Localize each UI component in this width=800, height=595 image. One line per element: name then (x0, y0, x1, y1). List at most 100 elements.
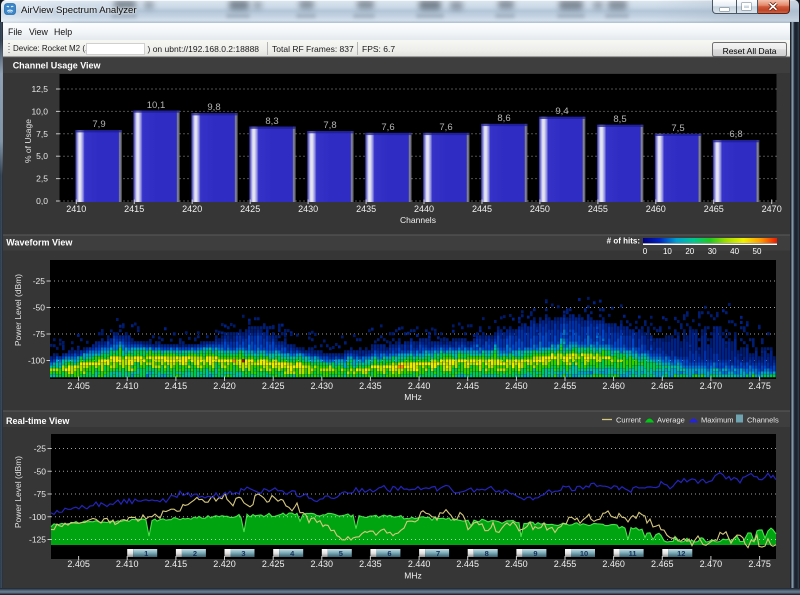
svg-text:0,0: 0,0 (36, 196, 48, 206)
svg-text:2420: 2420 (182, 204, 202, 214)
svg-text:2.455: 2.455 (554, 381, 577, 391)
svg-text:-100: -100 (29, 512, 46, 522)
svg-text:10: 10 (663, 247, 672, 256)
svg-text:9,4: 9,4 (555, 106, 568, 117)
svg-text:2.465: 2.465 (651, 381, 674, 391)
svg-text:Channels: Channels (747, 416, 779, 425)
svg-text:2.410: 2.410 (116, 381, 139, 391)
svg-text:2470: 2470 (762, 204, 782, 214)
svg-text:10,1: 10,1 (147, 100, 166, 111)
svg-text:2.430: 2.430 (311, 381, 334, 391)
svg-text:2.425: 2.425 (262, 559, 285, 569)
svg-text:2.440: 2.440 (408, 559, 431, 569)
svg-text:2.440: 2.440 (408, 381, 431, 391)
svg-text:-75: -75 (33, 329, 46, 339)
svg-text:3: 3 (241, 549, 245, 558)
svg-text:Channel Usage View: Channel Usage View (13, 61, 102, 71)
svg-text:2425: 2425 (240, 204, 260, 214)
svg-text:12,5: 12,5 (31, 84, 48, 94)
svg-text:2.460: 2.460 (602, 381, 625, 391)
svg-text:2,5: 2,5 (36, 174, 48, 184)
svg-text:2430: 2430 (298, 204, 318, 214)
svg-text:9: 9 (533, 549, 537, 558)
svg-text:2450: 2450 (530, 204, 550, 214)
svg-text:7,5: 7,5 (36, 129, 48, 139)
svg-text:2.450: 2.450 (505, 559, 528, 569)
svg-text:11: 11 (629, 549, 637, 558)
svg-text:2.405: 2.405 (67, 381, 90, 391)
svg-text:2460: 2460 (646, 204, 666, 214)
svg-text:2.415: 2.415 (165, 381, 188, 391)
svg-text:7,9: 7,9 (92, 119, 105, 130)
svg-text:2.470: 2.470 (700, 381, 723, 391)
svg-text:6: 6 (387, 549, 391, 558)
svg-text:2410: 2410 (66, 204, 86, 214)
svg-text:2440: 2440 (414, 204, 434, 214)
svg-text:6,8: 6,8 (729, 129, 742, 140)
svg-text:2.435: 2.435 (359, 559, 382, 569)
svg-text:2445: 2445 (472, 204, 492, 214)
svg-text:7,5: 7,5 (671, 123, 684, 134)
svg-text:8,6: 8,6 (497, 113, 510, 124)
svg-text:10,0: 10,0 (31, 106, 48, 116)
svg-text:1: 1 (144, 549, 148, 558)
svg-text:7: 7 (436, 549, 440, 558)
svg-text:-50: -50 (34, 466, 47, 476)
svg-text:-75: -75 (34, 489, 47, 499)
svg-text:2.420: 2.420 (213, 559, 236, 569)
svg-text:2.460: 2.460 (602, 559, 625, 569)
svg-text:2455: 2455 (588, 204, 608, 214)
svg-text:2.405: 2.405 (67, 559, 90, 569)
svg-text:40: 40 (730, 247, 739, 256)
svg-text:-25: -25 (34, 444, 47, 454)
svg-text:2.465: 2.465 (651, 559, 674, 569)
svg-text:# of hits:: # of hits: (607, 237, 640, 246)
svg-text:5: 5 (339, 549, 343, 558)
svg-text:2.435: 2.435 (359, 381, 382, 391)
svg-text:2.445: 2.445 (456, 559, 479, 569)
svg-text:Power Level (dBm): Power Level (dBm) (13, 274, 23, 346)
svg-text:0: 0 (643, 247, 648, 256)
svg-text:20: 20 (685, 247, 694, 256)
svg-text:2.470: 2.470 (700, 559, 723, 569)
svg-text:2465: 2465 (704, 204, 724, 214)
svg-text:2.455: 2.455 (554, 559, 577, 569)
svg-text:2.445: 2.445 (456, 381, 479, 391)
svg-text:2.410: 2.410 (116, 559, 139, 569)
svg-text:8,5: 8,5 (613, 114, 626, 125)
svg-text:2.450: 2.450 (505, 381, 528, 391)
svg-text:7,6: 7,6 (439, 122, 452, 133)
svg-text:2.415: 2.415 (165, 559, 188, 569)
svg-text:MHz: MHz (404, 571, 421, 581)
svg-text:8,3: 8,3 (265, 116, 278, 127)
svg-text:Average: Average (657, 416, 685, 425)
svg-text:Waveform View: Waveform View (6, 238, 73, 248)
svg-text:Real-time View: Real-time View (6, 416, 70, 426)
svg-text:2.420: 2.420 (213, 381, 236, 391)
svg-text:Channels: Channels (400, 215, 436, 225)
svg-text:5,0: 5,0 (36, 151, 48, 161)
svg-text:50: 50 (753, 247, 762, 256)
svg-text:2.475: 2.475 (748, 381, 771, 391)
svg-text:8: 8 (485, 549, 489, 558)
svg-text:2.425: 2.425 (262, 381, 285, 391)
svg-text:7,6: 7,6 (381, 122, 394, 133)
svg-text:9,8: 9,8 (207, 102, 220, 113)
svg-text:Current: Current (616, 416, 642, 425)
svg-text:Maximum: Maximum (701, 416, 734, 425)
svg-text:MHz: MHz (404, 392, 421, 402)
svg-text:-125: -125 (29, 535, 46, 545)
svg-text:7,8: 7,8 (323, 120, 336, 131)
svg-text:30: 30 (708, 247, 717, 256)
svg-text:% of Usage: % of Usage (23, 119, 33, 163)
svg-text:2415: 2415 (124, 204, 144, 214)
svg-text:2435: 2435 (356, 204, 376, 214)
svg-text:12: 12 (677, 549, 685, 558)
svg-text:2.475: 2.475 (748, 559, 771, 569)
svg-text:-25: -25 (33, 276, 46, 286)
svg-text:2: 2 (193, 549, 197, 558)
svg-text:2.430: 2.430 (311, 559, 334, 569)
svg-text:Power Level (dBm): Power Level (dBm) (13, 456, 23, 528)
svg-text:-50: -50 (33, 303, 46, 313)
svg-text:-100: -100 (28, 356, 45, 366)
